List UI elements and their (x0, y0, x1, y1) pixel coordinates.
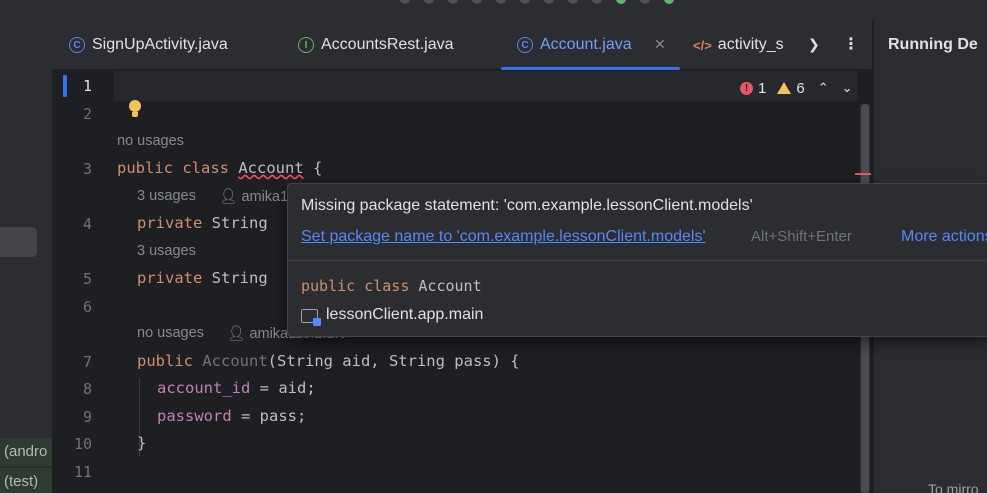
code-text: = pass; (231, 407, 307, 425)
usages-hint[interactable]: no usages (117, 133, 184, 149)
line-number: 1 (82, 77, 92, 95)
toolbar-icons (400, 0, 674, 6)
tab-label: Account.java (540, 36, 632, 53)
code-text: = aid; (250, 379, 316, 397)
tab-label: AccountsRest.java (321, 36, 454, 53)
tab-accountsrest[interactable]: I AccountsRest.java (298, 20, 454, 70)
code-text: (String aid, String pass) { (267, 352, 520, 370)
error-icon: ! (740, 81, 753, 95)
current-line-highlight (52, 71, 858, 101)
code-keyword: private (137, 214, 212, 232)
user-icon: 👤︎ (227, 326, 250, 342)
toolbar-icon[interactable] (568, 0, 578, 4)
code-line-5[interactable]: private String (137, 269, 268, 287)
code-text: String (211, 214, 268, 232)
code-line-8[interactable]: account_id = aid; (157, 379, 316, 397)
class-name: Account (418, 277, 482, 295)
warning-count: 6 (796, 79, 805, 97)
more-icon[interactable]: ⋮ (843, 34, 859, 54)
error-stripe-mark[interactable] (855, 173, 871, 175)
lightbulb-icon[interactable] (128, 100, 142, 118)
code-line-4[interactable]: private String (137, 214, 268, 232)
quick-fix-link[interactable]: Set package name to 'com.example.lessonC… (301, 228, 706, 246)
tab-signupactivity[interactable]: C SignUpActivity.java (69, 20, 228, 70)
toolbar-icon[interactable] (520, 0, 530, 4)
declaration-preview: public class Account (301, 277, 482, 295)
code-text: { (303, 159, 323, 177)
toolbar-icon[interactable] (592, 0, 602, 4)
author-hint[interactable]: 👤︎ amika11 (219, 188, 295, 205)
class-icon: C (69, 37, 85, 53)
toolbar-icon[interactable] (400, 0, 410, 4)
usages-hint[interactable]: no usages (137, 325, 204, 341)
project-row[interactable]: (andro (0, 438, 52, 466)
project-row[interactable]: (test) (0, 468, 52, 493)
module-name: lessonClient.app.main (326, 306, 484, 323)
xml-icon: </> (693, 37, 712, 53)
module-link[interactable]: lessonClient.app.main (301, 306, 484, 326)
code-text: String (211, 269, 268, 287)
code-keyword: public class (117, 159, 239, 177)
line-number: 10 (73, 435, 92, 453)
inspection-widget[interactable]: ! 1 6 ⌃ ⌄ (740, 77, 853, 99)
tab-label: activity_s (717, 36, 784, 53)
debug-icon[interactable] (664, 0, 674, 4)
user-icon: 👤︎ (219, 189, 242, 205)
chevron-down-icon[interactable]: ❯ (808, 36, 820, 53)
toolbar-icon[interactable] (448, 0, 458, 4)
line-number: 8 (82, 380, 92, 398)
field-name: account_id (157, 379, 251, 397)
line-number: 11 (73, 463, 92, 481)
toolbar-icon[interactable] (496, 0, 506, 4)
code-keyword: public (137, 352, 203, 370)
code-line-3[interactable]: public class Account { (117, 159, 322, 177)
close-icon[interactable]: ✕ (654, 36, 666, 53)
module-folder-icon (301, 309, 321, 326)
run-icon[interactable] (616, 0, 626, 4)
line-number: 2 (82, 105, 92, 123)
class-name: Account (238, 159, 304, 177)
line-number: 6 (82, 298, 92, 316)
more-actions-link[interactable]: More actions (901, 228, 987, 246)
field-name: password (157, 407, 232, 425)
error-count: 1 (758, 79, 767, 97)
usages-hint[interactable]: 3 usages (137, 188, 196, 204)
interface-icon: I (298, 37, 314, 53)
chevron-up-icon[interactable]: ⌃ (818, 80, 829, 96)
usages-hint[interactable]: 3 usages (137, 243, 196, 259)
shortcut-hint: Alt+Shift+Enter (751, 228, 852, 245)
code-keyword: private (137, 269, 212, 287)
error-message: Missing package statement: 'com.example.… (301, 197, 753, 214)
title-bar (0, 0, 987, 20)
code-line-7[interactable]: public Account(String aid, String pass) … (137, 352, 520, 370)
toolbar-icon[interactable] (472, 0, 482, 4)
panel-title: Running De (888, 36, 978, 53)
popup-divider (288, 260, 987, 261)
toolbar-icon[interactable] (640, 0, 650, 4)
warning-icon (777, 82, 792, 94)
constructor-name: Account (202, 352, 268, 370)
toolbar-icon[interactable] (424, 0, 434, 4)
line-number: 9 (82, 408, 92, 426)
line-number: 5 (82, 270, 92, 288)
tab-activity[interactable]: </> activity_s (693, 20, 784, 70)
project-selected-row[interactable] (0, 227, 37, 257)
tab-account[interactable]: C Account.java (517, 20, 632, 70)
error-popup: Missing package statement: 'com.example.… (287, 183, 987, 337)
editor-tab-bar: C SignUpActivity.java I AccountsRest.jav… (52, 20, 872, 70)
active-tab-indicator (501, 67, 680, 70)
line-number: 3 (82, 160, 92, 178)
line-number: 7 (82, 353, 92, 371)
toolbar-icon[interactable] (544, 0, 554, 4)
panel-footer-text: To mirro (928, 481, 979, 493)
tab-label: SignUpActivity.java (92, 36, 228, 53)
line-number: 4 (82, 215, 92, 233)
class-icon: C (517, 37, 533, 53)
chevron-down-icon[interactable]: ⌄ (842, 80, 853, 96)
code-line-10[interactable]: } (137, 434, 146, 452)
code-keyword: public class (301, 277, 419, 295)
code-line-9[interactable]: password = pass; (157, 407, 306, 425)
